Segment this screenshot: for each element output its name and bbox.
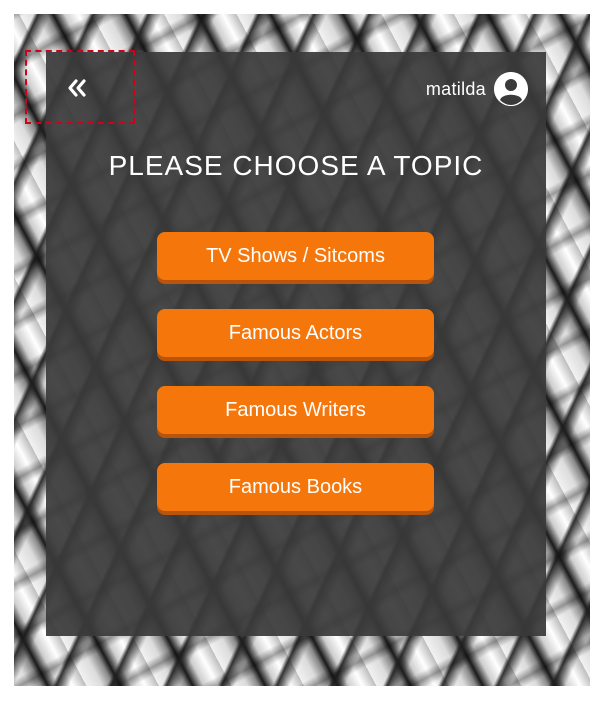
username: matilda: [425, 78, 486, 99]
user-menu[interactable]: matilda: [426, 72, 528, 106]
page-title: PLEASE CHOOSE A TOPIC: [108, 150, 484, 181]
topic-button-tv-shows[interactable]: TV Shows / Sitcoms: [157, 232, 434, 280]
topic-button-famous-books[interactable]: Famous Books: [157, 463, 434, 511]
topic-button-famous-writers[interactable]: Famous Writers: [157, 386, 434, 434]
back-button[interactable]: [25, 50, 135, 124]
user-circle-icon[interactable]: [494, 72, 528, 106]
topic-button-famous-actors[interactable]: Famous Actors: [157, 309, 434, 357]
double-chevron-left-icon: [68, 79, 86, 97]
topic-panel: matilda PLEASE CHOOSE A TOPIC TV Shows /…: [46, 52, 546, 636]
topic-list: TV Shows / Sitcoms Famous Actors Famous …: [157, 232, 434, 540]
